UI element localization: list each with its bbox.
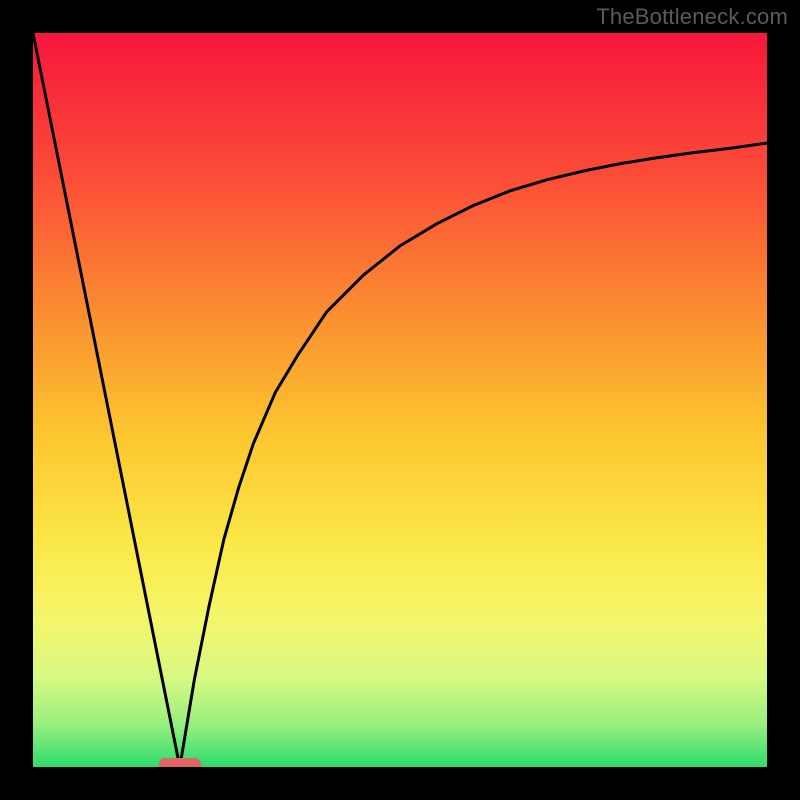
- watermark-text: TheBottleneck.com: [596, 4, 788, 30]
- chart-svg: [33, 33, 767, 767]
- plot-area: [33, 33, 767, 767]
- gradient-background: [33, 33, 767, 767]
- cusp-marker: [159, 758, 201, 767]
- chart-frame: TheBottleneck.com: [0, 0, 800, 800]
